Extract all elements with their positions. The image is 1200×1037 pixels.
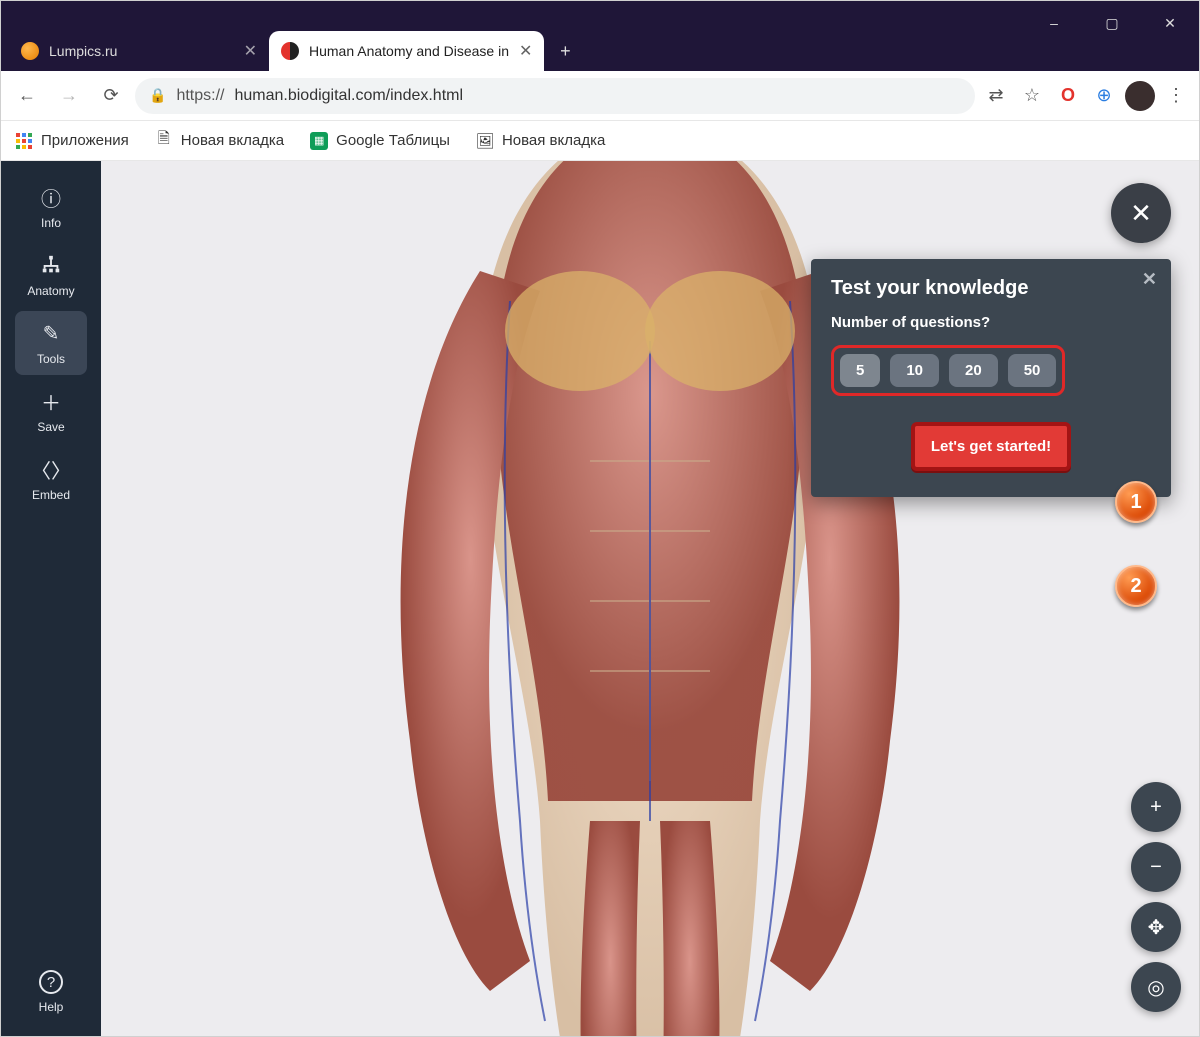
sidebar-item-help[interactable]: ? Help [15,960,87,1024]
quiz-subtitle: Number of questions? [831,314,1151,331]
sidebar-item-label: Tools [37,352,65,366]
quiz-popup: ✕ Test your knowledge Number of question… [811,259,1171,497]
close-icon[interactable]: ✕ [244,41,257,61]
sidebar-item-label: Info [41,216,61,230]
image-icon: 🖼 [476,132,494,150]
new-tab-button[interactable]: + [548,34,582,68]
plus-icon: ＋ [38,388,64,414]
forward-button[interactable]: → [51,78,87,114]
popup-close-button[interactable]: ✕ [1142,269,1157,290]
apps-label: Приложения [41,132,129,149]
sidebar-item-anatomy[interactable]: Anatomy [15,243,87,307]
question-count-20[interactable]: 20 [949,354,998,387]
translate-icon[interactable]: ⇄ [981,81,1011,111]
window-close-button[interactable]: ✕ [1141,1,1199,45]
bookmark-label: Google Таблицы [336,132,450,149]
question-count-10[interactable]: 10 [890,354,939,387]
question-count-50[interactable]: 50 [1008,354,1057,387]
titlebar: Lumpics.ru ✕ Human Anatomy and Disease i… [1,1,1199,71]
annotation-callout-2: 2 [1115,565,1157,607]
close-overlay-button[interactable]: ✕ [1111,183,1171,243]
question-count-5[interactable]: 5 [840,354,880,387]
bookmark-item[interactable]: 🗎 Новая вкладка [155,132,284,150]
apps-icon [15,132,33,150]
favicon-icon [281,42,299,60]
recenter-button[interactable]: ◎ [1131,962,1181,1012]
question-count-group: 5 10 20 50 [831,345,1065,396]
zoom-in-button[interactable]: + [1131,782,1181,832]
file-icon: 🗎 [155,132,173,150]
tab-strip: Lumpics.ru ✕ Human Anatomy and Disease i… [1,23,582,71]
favicon-icon [21,42,39,60]
sidebar-item-embed[interactable]: 〈〉 Embed [15,447,87,511]
maximize-button[interactable]: ▢ [1083,1,1141,45]
tree-icon [38,252,64,278]
tab-biodigital[interactable]: Human Anatomy and Disease in ✕ [269,31,544,71]
url-text: human.biodigital.com/index.html [234,87,463,105]
browser-window: Lumpics.ru ✕ Human Anatomy and Disease i… [0,0,1200,1037]
sidebar-item-info[interactable]: ⓘ Info [15,175,87,239]
minimize-button[interactable]: – [1025,1,1083,45]
sidebar-item-tools[interactable]: ✎ Tools [15,311,87,375]
pencil-icon: ✎ [38,320,64,346]
viewer-controls: + − ✥ ◎ [1131,782,1181,1012]
annotation-callout-1: 1 [1115,481,1157,523]
tab-lumpics[interactable]: Lumpics.ru ✕ [9,31,269,71]
lock-icon: 🔒 [149,87,166,104]
url-scheme: https:// [176,87,224,105]
start-quiz-button[interactable]: Let's get started! [911,422,1071,471]
close-icon[interactable]: ✕ [519,41,532,61]
sidebar-item-label: Anatomy [27,284,74,298]
bookmark-label: Новая вкладка [181,132,284,149]
page-content: ⓘ Info Anatomy ✎ Tools ＋ Save 〈〉 Embed [1,161,1199,1036]
help-icon: ? [39,970,63,994]
sidebar-item-label: Help [39,1000,64,1014]
bookmark-item[interactable]: 🖼 Новая вкладка [476,132,605,150]
info-icon: ⓘ [38,184,64,210]
tab-title: Lumpics.ru [49,43,234,59]
sidebar-item-save[interactable]: ＋ Save [15,379,87,443]
anatomy-viewer[interactable]: ✕ ✕ Test your knowledge Number of questi… [101,161,1199,1036]
bookmarks-bar: Приложения 🗎 Новая вкладка ▦ Google Табл… [1,121,1199,161]
tab-title: Human Anatomy and Disease in [309,43,509,59]
reload-button[interactable]: ⟳ [93,78,129,114]
sidebar-item-label: Save [37,420,64,434]
back-button[interactable]: ← [9,78,45,114]
quiz-title: Test your knowledge [831,277,1151,300]
globe-extension-icon[interactable]: ⊕ [1089,81,1119,111]
sidebar-item-label: Embed [32,488,70,502]
pan-button[interactable]: ✥ [1131,902,1181,952]
code-icon: 〈〉 [38,456,64,482]
bookmark-item[interactable]: ▦ Google Таблицы [310,132,450,150]
url-input[interactable]: 🔒 https:// human.biodigital.com/index.ht… [135,78,975,114]
sheets-icon: ▦ [310,132,328,150]
address-bar: ← → ⟳ 🔒 https:// human.biodigital.com/in… [1,71,1199,121]
opera-extension-icon[interactable]: O [1053,81,1083,111]
close-icon: ✕ [1130,198,1152,229]
bookmark-star-icon[interactable]: ☆ [1017,81,1047,111]
profile-avatar[interactable] [1125,81,1155,111]
bookmark-label: Новая вкладка [502,132,605,149]
window-controls: – ▢ ✕ [1025,1,1199,45]
apps-shortcut[interactable]: Приложения [15,132,129,150]
zoom-out-button[interactable]: − [1131,842,1181,892]
kebab-menu-icon[interactable]: ⋮ [1161,81,1191,111]
app-sidebar: ⓘ Info Anatomy ✎ Tools ＋ Save 〈〉 Embed [1,161,101,1036]
